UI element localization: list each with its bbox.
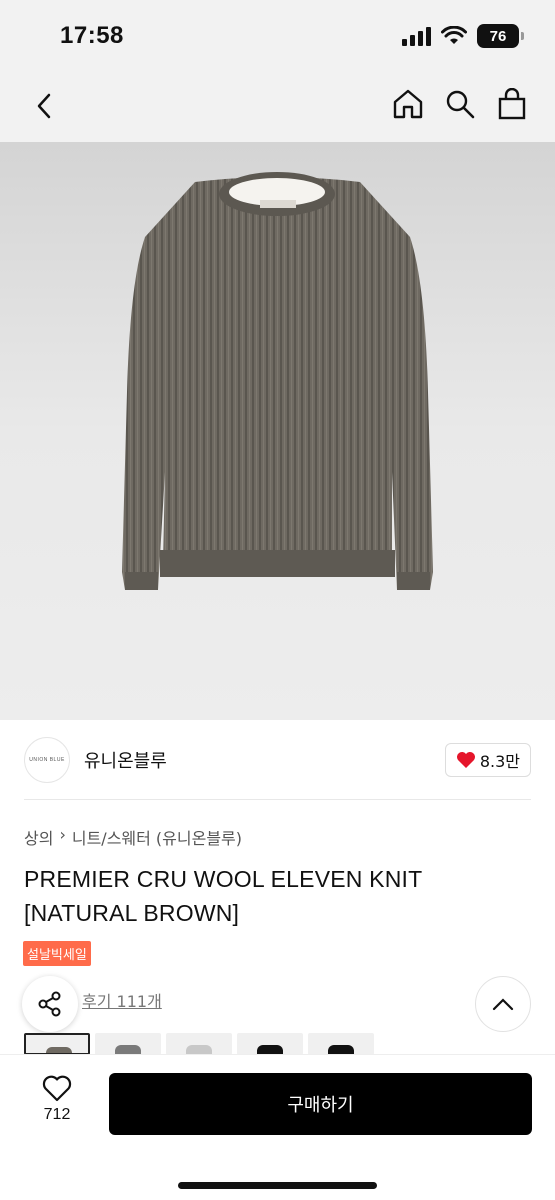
color-thumbnails [24,1033,374,1055]
cart-button[interactable] [495,86,529,122]
heart-filled-icon [456,752,475,768]
heart-outline-icon [42,1075,72,1102]
chevron-up-icon [492,998,514,1011]
sale-badge: 설날빅세일 [23,941,91,966]
sweater-illustration [122,172,433,590]
product-image[interactable] [0,142,555,720]
home-indicator [178,1182,377,1189]
color-thumb[interactable] [237,1033,303,1055]
color-thumb[interactable] [95,1033,161,1055]
nav-actions [391,86,529,122]
shopping-bag-icon [498,88,526,120]
color-thumb[interactable] [166,1033,232,1055]
share-button[interactable] [22,976,78,1032]
review-link[interactable]: 후기 111개 [82,988,162,1012]
color-thumb-selected[interactable] [24,1033,90,1055]
wishlist-count: 712 [43,1106,71,1123]
chevron-left-icon [37,93,51,119]
brand-name[interactable]: 유니온블루 [84,747,167,773]
brand-row: UNION BLUE 유니온블루 8.3만 [24,737,531,783]
breadcrumb: 상의 › 니트/스웨터 (유니온블루) [24,825,242,849]
color-thumb[interactable] [308,1033,374,1055]
home-button[interactable] [391,86,425,122]
breadcrumb-sub[interactable]: 니트/스웨터 (유니온블루) [72,825,242,849]
status-time: 17:58 [60,22,124,49]
scroll-top-button[interactable] [475,976,531,1032]
buy-button[interactable]: 구매하기 [109,1073,532,1135]
status-icons: 76 [402,24,524,48]
brand-like-button[interactable]: 8.3만 [444,743,531,777]
back-button[interactable] [26,88,62,124]
brand-like-count: 8.3만 [479,752,520,771]
breadcrumb-category[interactable]: 상의 [24,825,53,849]
bottom-bar: 712 구매하기 [0,1054,555,1200]
product-title: PREMIER CRU WOOL ELEVEN KNIT [NATURAL BR… [24,866,422,926]
home-icon [393,89,423,119]
search-icon [446,90,475,119]
brand-logo[interactable]: UNION BLUE [24,737,70,783]
divider [24,799,531,800]
wishlist-button[interactable]: 712 [36,1075,78,1124]
battery-icon: 76 [477,24,524,48]
nav-bar [0,72,555,142]
brand-logo-text: UNION BLUE [29,757,65,763]
chevron-right-icon: › [59,825,66,844]
status-bar: 17:58 76 [0,0,555,72]
search-button[interactable] [443,86,477,122]
wifi-icon [441,26,467,44]
share-icon [38,991,61,1017]
signal-icon [402,26,431,46]
battery-level: 76 [489,27,507,45]
